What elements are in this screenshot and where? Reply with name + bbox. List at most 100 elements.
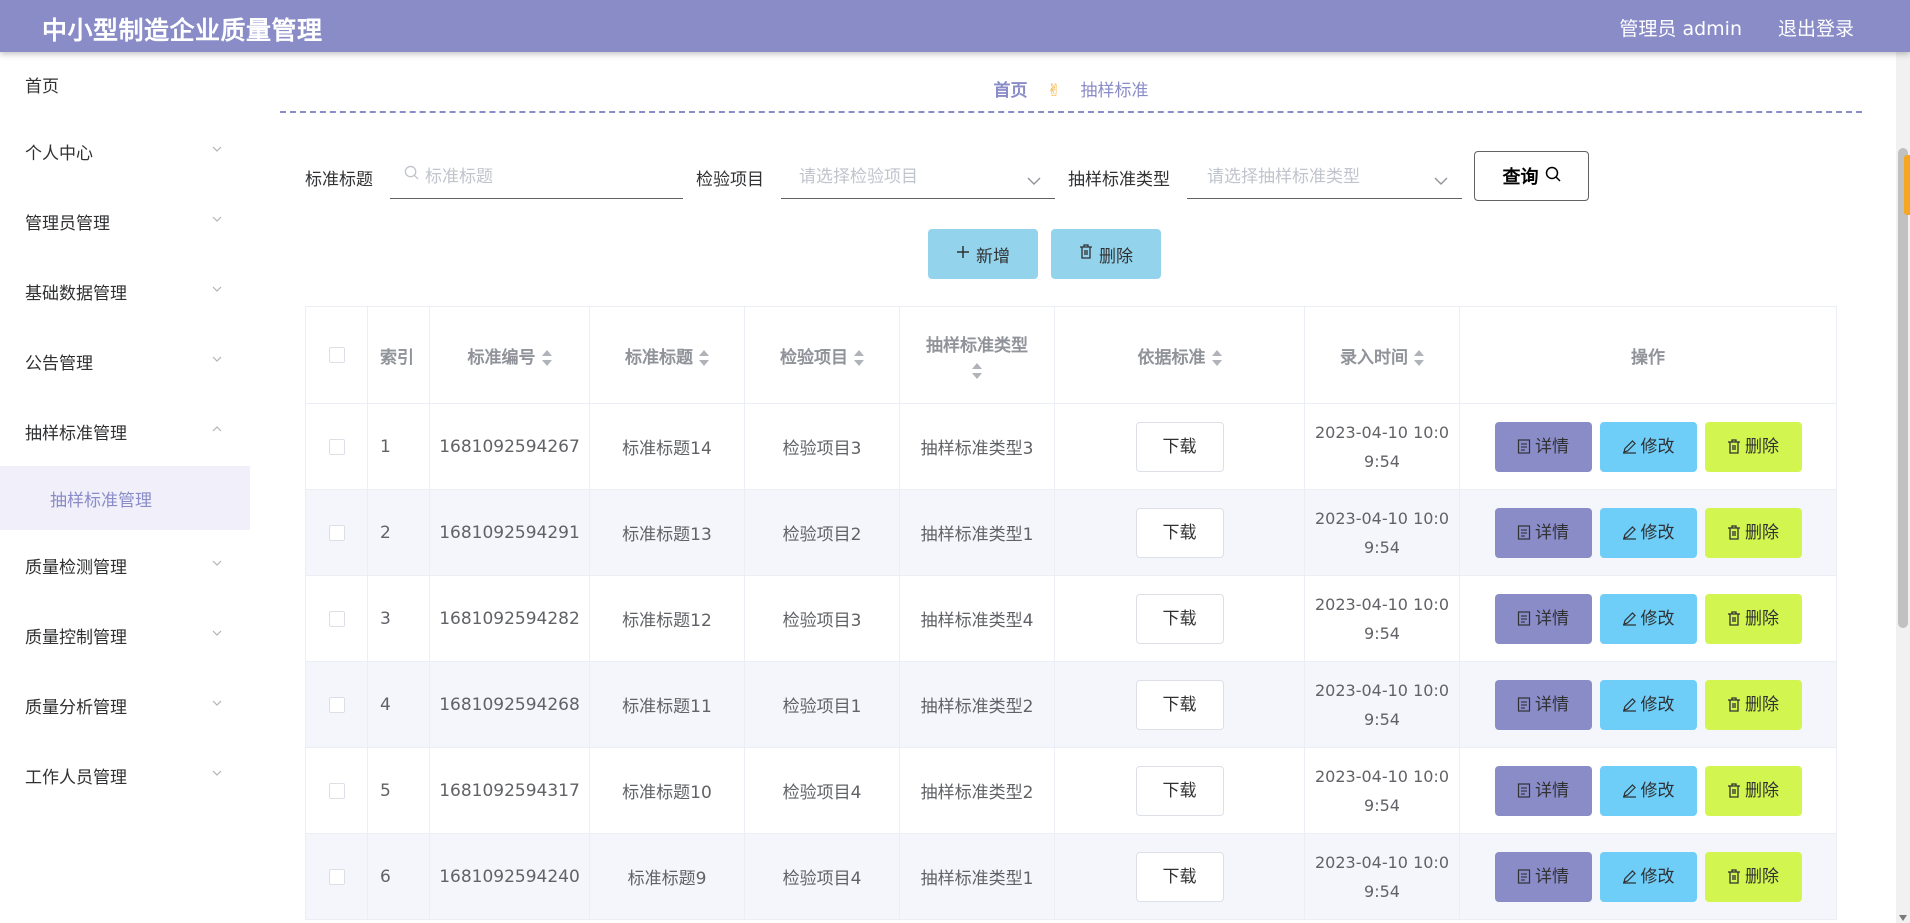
sidebar-item-sampling-standards[interactable]: 抽样标准管理 [0,396,250,466]
detail-button[interactable]: 详情 [1494,851,1592,902]
time-line-2: 9:54 [1364,881,1400,901]
header-ops: 操作 [1459,306,1837,404]
edit-button[interactable]: 修改 [1599,593,1697,644]
chevron-down-icon [212,214,222,224]
sort-icon [699,349,709,367]
scrollbar-thumb[interactable] [1898,148,1908,628]
cell-time: 2023-04-10 10:0 9:54 [1304,489,1460,576]
sidebar-item-staff-management[interactable]: 工作人员管理 [0,740,250,810]
title-search-placeholder: 标准标题 [425,167,493,187]
delete-button[interactable]: 删除 [1704,851,1802,902]
sampling-type-placeholder: 请选择抽样标准类型 [1207,167,1360,187]
delete-button[interactable]: 删除 [1704,679,1802,730]
delete-button-label: 删除 [1745,608,1779,629]
select-all-cell [305,306,368,404]
delete-button-label: 删除 [1745,866,1779,887]
sidebar-item-personal-center[interactable]: 个人中心 [0,116,250,186]
sidebar-item-home[interactable]: 首页 [0,52,250,116]
cell-index: 2 [367,489,430,576]
download-button[interactable]: 下载 [1135,507,1224,558]
sidebar-item-label: 管理员管理 [25,213,110,234]
chevron-down-icon [212,144,222,154]
cell-title: 标准标题10 [589,747,745,834]
cell-item: 检验项目3 [744,403,900,490]
row-select-cell [305,403,368,490]
add-button[interactable]: 新增 [928,229,1038,279]
cell-time: 2023-04-10 10:0 9:54 [1304,747,1460,834]
cell-item: 检验项目2 [744,489,900,576]
cell-code: 1681092594282 [429,575,590,662]
pencil-icon [1622,437,1641,457]
row-checkbox[interactable] [328,696,345,713]
cell-basis: 下载 [1054,747,1305,834]
cell-ops: 详情 修改 删除 [1459,403,1837,490]
trash-icon [1727,523,1745,543]
batch-delete-button[interactable]: 删除 [1051,229,1161,279]
document-icon [1517,437,1535,457]
detail-button-label: 详情 [1535,866,1569,887]
cell-time: 2023-04-10 10:0 9:54 [1304,403,1460,490]
batch-delete-label: 删除 [1099,246,1133,267]
pencil-icon [1622,695,1641,715]
header-type[interactable]: 抽样标准类型 [899,306,1055,404]
scroll-down-arrow-icon[interactable] [1899,915,1907,921]
sidebar-item-quality-analysis[interactable]: 质量分析管理 [0,670,250,740]
detail-button[interactable]: 详情 [1494,507,1592,558]
title-search-input[interactable]: 标准标题 [390,151,683,199]
table-row: 3 1681092594282 标准标题12 检验项目3 抽样标准类型4 下载 2023-0… [305,575,1837,662]
breadcrumb-home[interactable]: 首页 [993,81,1027,101]
edit-button[interactable]: 修改 [1599,851,1697,902]
download-button[interactable]: 下载 [1135,421,1224,472]
row-checkbox[interactable] [328,868,345,885]
header-time[interactable]: 录入时间 [1304,306,1460,404]
header-title-label: 标准标题 [625,347,693,368]
row-checkbox[interactable] [328,524,345,541]
submenu-item-sampling-standards[interactable]: 抽样标准管理 [0,466,250,530]
header-title[interactable]: 标准标题 [589,306,745,404]
breadcrumb: 首页 ✌ 抽样标准 [280,76,1862,101]
header-item[interactable]: 检验项目 [744,306,900,404]
inspection-item-select[interactable]: 请选择检验项目 [781,151,1055,199]
sidebar-item-label: 基础数据管理 [25,283,127,304]
download-button[interactable]: 下载 [1135,593,1224,644]
delete-button[interactable]: 删除 [1704,421,1802,472]
sidebar-item-admin-management[interactable]: 管理员管理 [0,186,250,256]
header-basis[interactable]: 依据标准 [1054,306,1305,404]
row-checkbox[interactable] [328,782,345,799]
table-row: 4 1681092594268 标准标题11 检验项目1 抽样标准类型2 下载 2023-0… [305,661,1837,748]
delete-button-label: 删除 [1745,694,1779,715]
cell-item: 检验项目1 [744,661,900,748]
logout-link[interactable]: 退出登录 [1778,14,1854,41]
sidebar-item-quality-control[interactable]: 质量控制管理 [0,600,250,670]
download-button[interactable]: 下载 [1135,679,1224,730]
pencil-icon [1622,781,1641,801]
delete-button[interactable]: 删除 [1704,593,1802,644]
sidebar-item-base-data[interactable]: 基础数据管理 [0,256,250,326]
select-all-checkbox[interactable] [328,347,345,363]
edit-button[interactable]: 修改 [1599,679,1697,730]
inspection-item-placeholder: 请选择检验项目 [799,167,918,187]
detail-button[interactable]: 详情 [1494,421,1592,472]
document-icon [1517,695,1535,715]
download-button[interactable]: 下载 [1135,765,1224,816]
detail-button[interactable]: 详情 [1494,765,1592,816]
row-checkbox[interactable] [328,438,345,455]
sidebar-item-quality-inspection[interactable]: 质量检测管理 [0,530,250,600]
edit-button[interactable]: 修改 [1599,507,1697,558]
sidebar-item-announcements[interactable]: 公告管理 [0,326,250,396]
detail-button[interactable]: 详情 [1494,593,1592,644]
sampling-type-select[interactable]: 请选择抽样标准类型 [1187,151,1462,199]
query-button[interactable]: 查询 [1474,151,1589,201]
table-header-row: 索引 标准编号 标准标题 检验项目 抽样标准类型 依据标准 录入时间 操作 [305,306,1837,404]
row-checkbox[interactable] [328,610,345,627]
edit-button[interactable]: 修改 [1599,765,1697,816]
detail-button[interactable]: 详情 [1494,679,1592,730]
cell-index: 6 [367,833,430,920]
download-button[interactable]: 下载 [1135,851,1224,902]
delete-button[interactable]: 删除 [1704,507,1802,558]
edit-button[interactable]: 修改 [1599,421,1697,472]
chevron-down-icon [212,284,222,294]
header-code[interactable]: 标准编号 [429,306,590,404]
app-title: 中小型制造企业质量管理 [42,16,323,45]
delete-button[interactable]: 删除 [1704,765,1802,816]
